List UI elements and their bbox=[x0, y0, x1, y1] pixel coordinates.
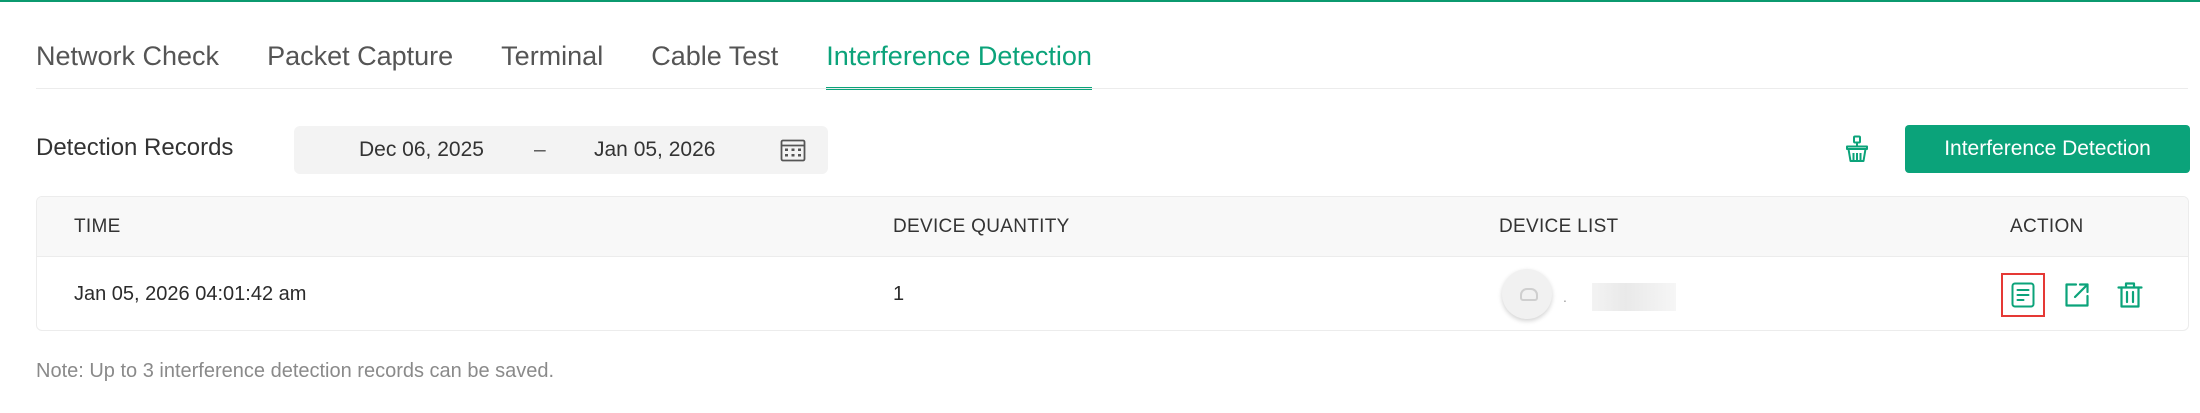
column-header-action: ACTION bbox=[2010, 216, 2084, 237]
table-row: Jan 05, 2026 04:01:42 am 1 . bbox=[37, 257, 2188, 330]
clean-records-icon[interactable] bbox=[1842, 134, 1872, 164]
calendar-icon[interactable] bbox=[780, 138, 806, 162]
export-icon[interactable] bbox=[2055, 273, 2099, 317]
interference-detection-button[interactable]: Interference Detection bbox=[1905, 125, 2190, 173]
date-end[interactable]: Jan 05, 2026 bbox=[594, 126, 715, 174]
device-avatar[interactable] bbox=[1502, 269, 1552, 319]
tabs-divider bbox=[36, 88, 2188, 89]
column-header-time: TIME bbox=[74, 216, 121, 237]
row-time: Jan 05, 2026 04:01:42 am bbox=[74, 283, 307, 305]
tab-bar: Network Check Packet Capture Terminal Ca… bbox=[36, 30, 1092, 90]
tab-interference-detection[interactable]: Interference Detection bbox=[826, 30, 1092, 90]
column-header-device-list: DEVICE LIST bbox=[1499, 216, 1619, 237]
column-header-device-quantity: DEVICE QUANTITY bbox=[893, 216, 1070, 237]
top-accent-line bbox=[0, 0, 2200, 2]
date-start[interactable]: Dec 06, 2025 bbox=[359, 126, 484, 174]
tab-packet-capture[interactable]: Packet Capture bbox=[267, 30, 453, 90]
trash-icon[interactable] bbox=[2108, 273, 2152, 317]
section-title: Detection Records bbox=[36, 134, 234, 161]
table-header: TIME DEVICE QUANTITY DEVICE LIST ACTION bbox=[37, 197, 2188, 257]
records-note: Note: Up to 3 interference detection rec… bbox=[36, 360, 555, 382]
tab-cable-test[interactable]: Cable Test bbox=[651, 30, 778, 90]
device-separator: . bbox=[1563, 289, 1567, 305]
tab-network-check[interactable]: Network Check bbox=[36, 30, 219, 90]
date-separator: – bbox=[534, 138, 546, 161]
tab-terminal[interactable]: Terminal bbox=[501, 30, 603, 90]
row-device-quantity: 1 bbox=[893, 283, 905, 305]
view-details-icon[interactable] bbox=[2001, 273, 2045, 317]
device-name-redacted bbox=[1592, 283, 1676, 311]
records-table: TIME DEVICE QUANTITY DEVICE LIST ACTION … bbox=[36, 196, 2189, 331]
date-range-picker[interactable]: Dec 06, 2025 – Jan 05, 2026 bbox=[294, 126, 828, 174]
